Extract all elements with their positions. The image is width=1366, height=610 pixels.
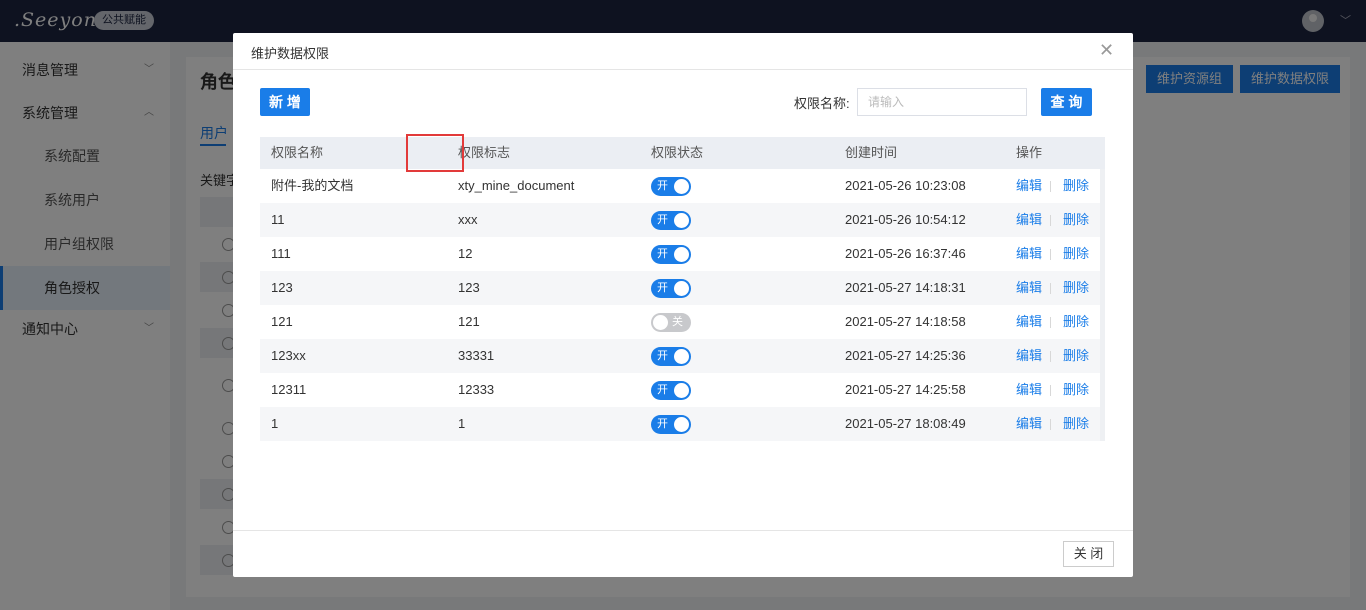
delete-link[interactable]: 删除 xyxy=(1063,203,1089,237)
permission-name-cell: 12311 xyxy=(271,382,307,397)
toggle-label: 关 xyxy=(672,316,683,328)
created-time-cell: 2021-05-27 18:08:49 xyxy=(845,416,966,431)
created-time-cell: 2021-05-26 16:37:46 xyxy=(845,246,966,261)
permission-name-cell: 123xx xyxy=(271,348,306,363)
delete-link[interactable]: 删除 xyxy=(1063,169,1089,203)
created-time-cell: 2021-05-27 14:25:58 xyxy=(845,382,966,397)
toggle-knob xyxy=(674,349,689,364)
column-header-status: 权限状态 xyxy=(651,145,704,160)
action-divider xyxy=(1050,385,1051,396)
delete-link[interactable]: 删除 xyxy=(1063,271,1089,305)
action-divider xyxy=(1050,181,1051,192)
edit-link[interactable]: 编辑 xyxy=(1016,169,1042,203)
table-row: 111 12 开 2021-05-26 16:37:46 编辑 删除 xyxy=(260,237,1100,271)
permission-name-cell: 11 xyxy=(271,212,285,227)
status-toggle[interactable]: 开 xyxy=(651,381,691,400)
toggle-knob xyxy=(674,281,689,296)
created-time-cell: 2021-05-26 10:23:08 xyxy=(845,178,966,193)
scrollbar[interactable] xyxy=(1100,169,1105,441)
toggle-label: 开 xyxy=(657,282,668,294)
table-row: 附件-我的文档 xty_mine_document 开 2021-05-26 10:2… xyxy=(260,169,1100,203)
table-row: 12311 12333 开 2021-05-27 14:25:58 编辑 删除 xyxy=(260,373,1100,407)
table-row: 121 121 关 2021-05-27 14:18:58 编辑 删除 xyxy=(260,305,1100,339)
permission-flag-cell: xxx xyxy=(458,212,478,227)
toggle-knob xyxy=(674,417,689,432)
edit-link[interactable]: 编辑 xyxy=(1016,203,1042,237)
permission-name-cell: 111 xyxy=(271,246,291,261)
add-button[interactable]: 新 增 xyxy=(260,88,310,116)
edit-link[interactable]: 编辑 xyxy=(1016,271,1042,305)
permission-table: 权限名称 权限标志 权限状态 创建时间 操作 附件-我的文档 xty_mine_d… xyxy=(260,137,1105,441)
close-icon[interactable]: ✕ xyxy=(1099,40,1114,61)
created-time-cell: 2021-05-26 10:54:12 xyxy=(845,212,966,227)
dialog-header: 维护数据权限 ✕ xyxy=(233,33,1133,70)
data-permission-dialog: 维护数据权限 ✕ 新 增 权限名称: 查 询 权限名称 权限标志 权限状态 创建… xyxy=(233,33,1133,577)
table-row: 123xx 33331 开 2021-05-27 14:25:36 编辑 删除 xyxy=(260,339,1100,373)
toggle-label: 开 xyxy=(657,418,668,430)
edit-link[interactable]: 编辑 xyxy=(1016,339,1042,373)
table-row: 11 xxx 开 2021-05-26 10:54:12 编辑 删除 xyxy=(260,203,1100,237)
delete-link[interactable]: 删除 xyxy=(1063,373,1089,407)
permission-name-input[interactable] xyxy=(857,88,1027,116)
action-divider xyxy=(1050,317,1051,328)
permission-flag-cell: 12 xyxy=(458,246,473,261)
toggle-knob xyxy=(674,247,689,262)
created-time-cell: 2021-05-27 14:18:58 xyxy=(845,314,966,329)
query-button[interactable]: 查 询 xyxy=(1041,88,1092,116)
delete-link[interactable]: 删除 xyxy=(1063,339,1089,373)
permission-flag-cell: 123 xyxy=(458,280,480,295)
dialog-footer: 关 闭 xyxy=(233,530,1133,577)
close-button[interactable]: 关 闭 xyxy=(1063,541,1114,567)
permission-flag-cell: 121 xyxy=(458,314,480,329)
created-time-cell: 2021-05-27 14:18:31 xyxy=(845,280,966,295)
toggle-label: 开 xyxy=(657,214,668,226)
action-divider xyxy=(1050,283,1051,294)
column-header-created: 创建时间 xyxy=(845,145,898,160)
toggle-knob xyxy=(653,315,668,330)
delete-link[interactable]: 删除 xyxy=(1063,305,1089,339)
dialog-title: 维护数据权限 xyxy=(251,46,330,61)
toggle-label: 开 xyxy=(657,350,668,362)
toggle-knob xyxy=(674,213,689,228)
permission-flag-cell: 12333 xyxy=(458,382,495,397)
delete-link[interactable]: 删除 xyxy=(1063,237,1089,271)
toggle-label: 开 xyxy=(657,248,668,260)
toggle-knob xyxy=(674,383,689,398)
permission-name-label: 权限名称: xyxy=(794,96,850,111)
column-header-name: 权限名称 xyxy=(271,145,324,160)
table-row: 1 1 开 2021-05-27 18:08:49 编辑 删除 xyxy=(260,407,1100,441)
column-header-flag: 权限标志 xyxy=(458,145,511,160)
action-divider xyxy=(1050,419,1051,430)
status-toggle[interactable]: 开 xyxy=(651,279,691,298)
status-toggle[interactable]: 开 xyxy=(651,211,691,230)
action-divider xyxy=(1050,351,1051,362)
status-toggle[interactable]: 开 xyxy=(651,347,691,366)
permission-flag-cell: xty_mine_document xyxy=(458,178,575,193)
edit-link[interactable]: 编辑 xyxy=(1016,237,1042,271)
toggle-label: 开 xyxy=(657,384,668,396)
table-row: 123 123 开 2021-05-27 14:18:31 编辑 删除 xyxy=(260,271,1100,305)
delete-link[interactable]: 删除 xyxy=(1063,407,1089,441)
edit-link[interactable]: 编辑 xyxy=(1016,373,1042,407)
permission-name-cell: 123 xyxy=(271,280,293,295)
status-toggle[interactable]: 关 xyxy=(651,313,691,332)
edit-link[interactable]: 编辑 xyxy=(1016,305,1042,339)
permission-name-cell: 121 xyxy=(271,314,293,329)
table-header: 权限名称 权限标志 权限状态 创建时间 操作 xyxy=(260,137,1105,169)
column-header-actions: 操作 xyxy=(1016,145,1043,160)
toggle-label: 开 xyxy=(657,180,668,192)
permission-flag-cell: 33331 xyxy=(458,348,495,363)
permission-flag-cell: 1 xyxy=(458,416,466,431)
action-divider xyxy=(1050,249,1051,260)
permission-name-cell: 附件-我的文档 xyxy=(271,178,354,193)
permission-name-cell: 1 xyxy=(271,416,279,431)
status-toggle[interactable]: 开 xyxy=(651,177,691,196)
action-divider xyxy=(1050,215,1051,226)
status-toggle[interactable]: 开 xyxy=(651,415,691,434)
toggle-knob xyxy=(674,179,689,194)
created-time-cell: 2021-05-27 14:25:36 xyxy=(845,348,966,363)
status-toggle[interactable]: 开 xyxy=(651,245,691,264)
edit-link[interactable]: 编辑 xyxy=(1016,407,1042,441)
